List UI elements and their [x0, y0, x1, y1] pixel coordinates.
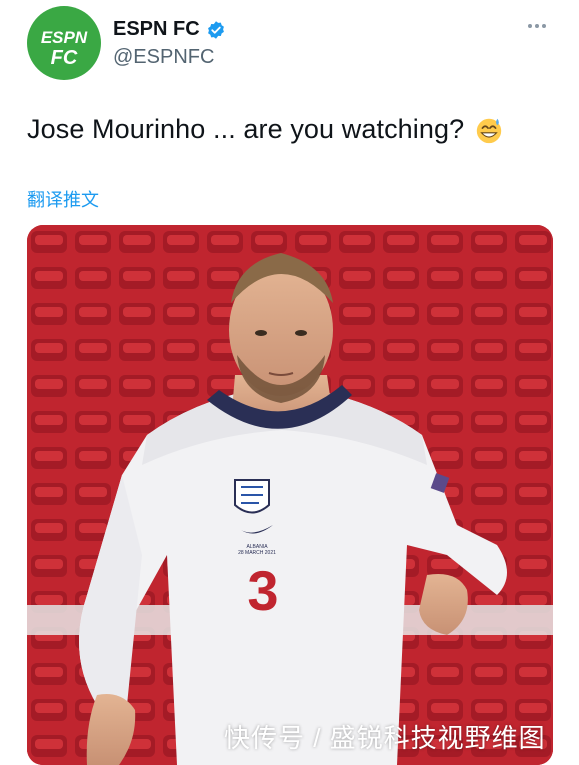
shirt-number: 3 — [247, 559, 278, 622]
tweet-media-photo[interactable]: ALBANIA 28 MARCH 2021 3 — [27, 225, 553, 765]
more-options-icon[interactable] — [528, 24, 546, 28]
grinning-sweat-emoji-icon — [477, 118, 502, 143]
avatar-logo-bottom: FC — [51, 47, 78, 69]
translate-tweet-link[interactable]: 翻译推文 — [27, 186, 99, 212]
verified-badge-icon — [207, 20, 224, 39]
author-name-row[interactable]: ESPN FC — [113, 18, 226, 41]
tweet-text-row: Jose Mourinho ... are you watching? — [27, 114, 504, 145]
espn-fc-logo: ESPN FC — [41, 28, 88, 69]
handle[interactable]: @ESPNFC — [113, 46, 214, 69]
tweet-text: Jose Mourinho ... are you watching? — [27, 114, 465, 144]
shirt-text-line2: 28 MARCH 2021 — [238, 550, 276, 556]
avatar-logo-top: ESPN — [41, 28, 88, 47]
watermark: 快传号 / 盛锐科技视野维图 — [224, 723, 546, 753]
display-name[interactable]: ESPN FC — [113, 18, 200, 41]
player-photo: ALBANIA 28 MARCH 2021 3 — [27, 225, 553, 765]
avatar[interactable]: ESPN FC — [27, 6, 101, 80]
